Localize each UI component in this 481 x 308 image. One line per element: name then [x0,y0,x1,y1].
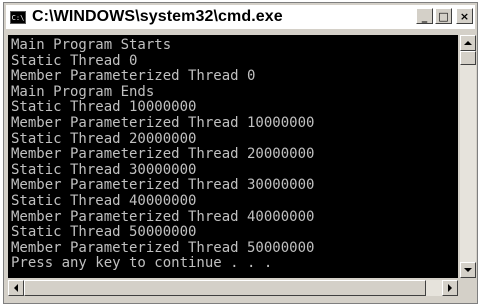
console-line: Static Thread 50000000 [11,224,197,241]
close-button[interactable]: × [456,8,473,24]
console-line: Member Parameterized Thread 30000000 [11,177,315,194]
scrollbar-corner [460,280,476,296]
maximize-button[interactable]: □ [435,8,452,24]
console-output[interactable]: Main Program Starts Static Thread 0 Memb… [8,35,458,278]
console-line: Main Program Ends [11,83,155,100]
cmd-icon[interactable]: C:\ [10,10,26,24]
console-line: Static Thread 10000000 [11,99,197,116]
horizontal-scroll-thumb[interactable] [24,280,426,296]
down-arrow-icon [464,268,472,272]
console-line: Static Thread 30000000 [11,161,197,178]
console-line: Static Thread 0 [11,52,138,69]
title-bar[interactable]: C:\ C:\WINDOWS\system32\cmd.exe _ □ × [6,5,475,29]
scroll-down-button[interactable] [460,262,476,278]
vertical-scroll-thumb[interactable] [460,51,476,65]
minimize-button[interactable]: _ [416,8,433,24]
vertical-scrollbar[interactable] [460,35,476,278]
window-title: C:\WINDOWS\system32\cmd.exe [32,8,283,25]
console-line: Press any key to continue . . . [11,255,273,272]
scroll-left-button[interactable] [8,280,24,296]
window-controls: _ □ × [416,8,473,24]
scroll-right-button[interactable] [442,280,458,296]
console-line: Member Parameterized Thread 0 [11,68,256,85]
console-line: Member Parameterized Thread 10000000 [11,114,315,131]
console-lines: Main Program Starts Static Thread 0 Memb… [8,35,458,272]
console-line: Static Thread 40000000 [11,192,197,209]
console-line: Static Thread 20000000 [11,130,197,147]
right-arrow-icon [448,284,452,292]
up-arrow-icon [464,41,472,45]
console-line: Main Program Starts [11,37,172,53]
console-line: Member Parameterized Thread 40000000 [11,208,315,225]
horizontal-scrollbar[interactable] [8,280,458,296]
left-arrow-icon [14,284,18,292]
console-line: Member Parameterized Thread 50000000 [11,239,315,256]
console-window: C:\ C:\WINDOWS\system32\cmd.exe _ □ × Ma… [3,2,478,304]
console-line: Member Parameterized Thread 20000000 [11,146,315,163]
scroll-up-button[interactable] [460,35,476,51]
